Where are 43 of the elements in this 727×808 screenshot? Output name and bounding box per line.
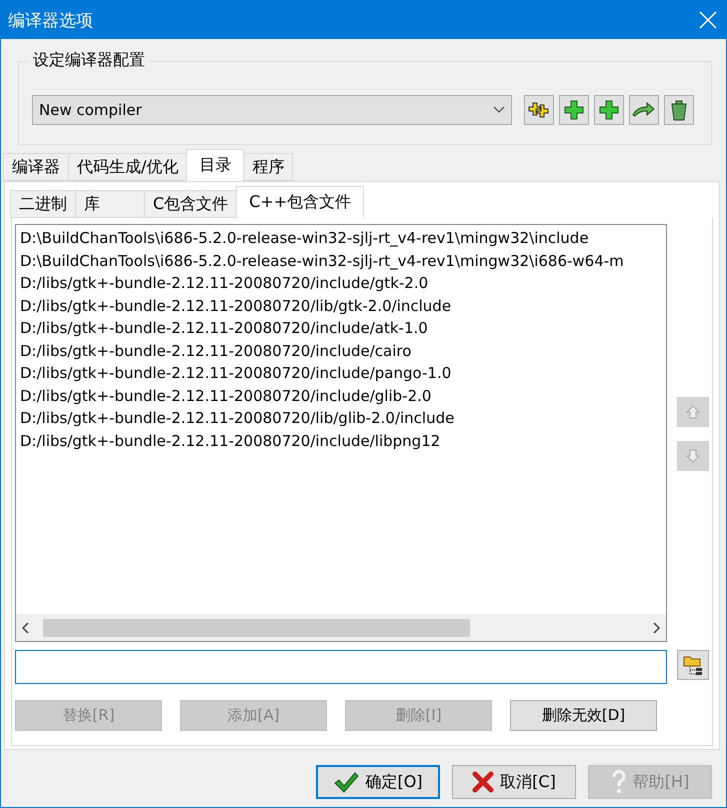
dialog-button[interactable]: 取消[C] — [452, 765, 576, 799]
arrow-up-icon — [685, 404, 701, 420]
directory-input[interactable] — [15, 650, 667, 684]
chevron-down-icon — [493, 106, 505, 114]
browse-folder-button[interactable] — [677, 650, 709, 680]
tab[interactable]: C包含文件 — [144, 190, 238, 218]
rename-button[interactable] — [629, 95, 659, 125]
add-button[interactable] — [559, 95, 589, 125]
horizontal-scrollbar[interactable] — [16, 614, 666, 641]
tab[interactable]: 代码生成/优化 — [68, 153, 188, 181]
chevron-right-icon[interactable] — [652, 622, 660, 634]
close-icon — [472, 771, 494, 793]
copy-button[interactable] — [524, 95, 554, 125]
chevron-left-icon[interactable] — [22, 622, 30, 634]
check-icon — [333, 771, 360, 793]
trash-icon — [670, 99, 688, 121]
dialog-button[interactable]: 确定[O] — [316, 765, 440, 799]
compiler-dropdown[interactable]: New compiler — [32, 95, 512, 125]
list-item[interactable]: D:/libs/gtk+-bundle-2.12.11-20080720/include/gtk-2.0 — [20, 272, 662, 294]
list-item[interactable]: D:\BuildChanTools\i686-5.2.0-release-win32-sjlj-rt_v4-rev1\mingw32\i686-w64-m — [20, 250, 662, 272]
delete-button[interactable] — [664, 95, 694, 125]
folder-icon — [682, 654, 704, 676]
tab[interactable]: 二进制 — [10, 190, 76, 218]
window-title: 编译器选项 — [8, 10, 93, 32]
double-plus-icon — [528, 102, 550, 118]
tab[interactable]: C++包含文件 — [236, 186, 364, 218]
list-item[interactable]: D:/libs/gtk+-bundle-2.12.11-20080720/lib/gtk-2.0/include — [20, 294, 662, 317]
list-item[interactable]: D:/libs/gtk+-bundle-2.12.11-20080720/include/pango-1.0 — [20, 362, 662, 384]
tab[interactable]: 目录 — [186, 149, 244, 181]
tab[interactable]: 库 — [75, 190, 145, 218]
arrow-down-icon — [685, 448, 701, 464]
tab[interactable]: 程序 — [243, 153, 294, 181]
list-item[interactable]: D:/libs/gtk+-bundle-2.12.11-20080720/lib/glib-2.0/include — [20, 407, 662, 430]
add-button[interactable] — [594, 95, 624, 125]
list-item[interactable]: D:/libs/gtk+-bundle-2.12.11-20080720/include/glib-2.0 — [20, 384, 662, 407]
close-icon[interactable] — [698, 10, 718, 30]
list-item[interactable]: D:\BuildChanTools\i686-5.2.0-release-win32-sjlj-rt_v4-rev1\mingw32\include — [20, 227, 662, 250]
action-button[interactable]: 删除无效[D] — [510, 700, 657, 731]
list-item[interactable]: D:/libs/gtk+-bundle-2.12.11-20080720/include/cairo — [20, 340, 662, 362]
list-item[interactable]: D:/libs/gtk+-bundle-2.12.11-20080720/include/libpng12 — [20, 430, 662, 452]
tab[interactable]: 编译器 — [3, 153, 69, 181]
help-icon — [610, 770, 627, 794]
list-item[interactable]: D:/libs/gtk+-bundle-2.12.11-20080720/include/atk-1.0 — [20, 317, 662, 340]
